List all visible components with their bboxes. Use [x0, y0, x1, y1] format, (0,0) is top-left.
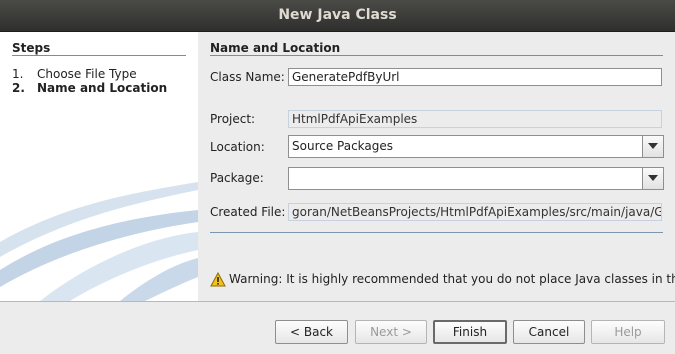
step-number: 2. [12, 81, 25, 95]
step-label: Choose File Type [37, 67, 137, 81]
steps-title: Steps [12, 41, 51, 55]
class-name-input[interactable]: GeneratePdfByUrl [288, 68, 662, 86]
section-divider [210, 55, 663, 56]
main-panel: Name and Location Class Name: GeneratePd… [198, 32, 675, 301]
step-item-name-and-location: 2. Name and Location [12, 81, 167, 95]
warning-text: Warning: It is highly recommended that y… [229, 272, 675, 286]
steps-divider [12, 55, 186, 56]
location-selected-value: Source Packages [292, 139, 394, 153]
finish-button[interactable]: Finish [433, 320, 507, 344]
steps-panel: Steps 1. Choose File Type 2. Name and Loca… [0, 32, 198, 301]
created-file-label: Created File: [210, 205, 286, 219]
package-combo[interactable] [288, 167, 664, 190]
step-item-choose-file-type: 1. Choose File Type [12, 67, 137, 81]
warning-icon [210, 271, 226, 287]
location-dropdown[interactable]: Source Packages [288, 135, 664, 158]
title-bar: New Java Class [0, 0, 675, 32]
chevron-down-icon [648, 143, 658, 149]
step-number: 1. [12, 67, 24, 81]
chevron-down-icon [648, 175, 658, 181]
step-label: Name and Location [37, 81, 168, 95]
class-name-label: Class Name: [210, 70, 285, 84]
location-label: Location: [210, 140, 265, 154]
window-title: New Java Class [278, 7, 397, 23]
footer-divider [0, 301, 675, 302]
form-divider [210, 232, 663, 233]
created-file-field: goran/NetBeansProjects/HtmlPdfApiExample… [288, 203, 662, 221]
cancel-button[interactable]: Cancel [513, 320, 585, 344]
package-dropdown-arrow[interactable] [642, 168, 663, 189]
next-button[interactable]: Next > [355, 320, 427, 344]
help-button[interactable]: Help [591, 320, 665, 344]
back-button[interactable]: < Back [275, 320, 348, 344]
location-dropdown-arrow[interactable] [642, 136, 663, 157]
section-title: Name and Location [210, 41, 341, 55]
project-field: HtmlPdfApiExamples [288, 110, 662, 128]
project-label: Project: [210, 112, 256, 126]
package-label: Package: [210, 171, 264, 185]
warning-message: Warning: It is highly recommended that y… [210, 271, 675, 287]
